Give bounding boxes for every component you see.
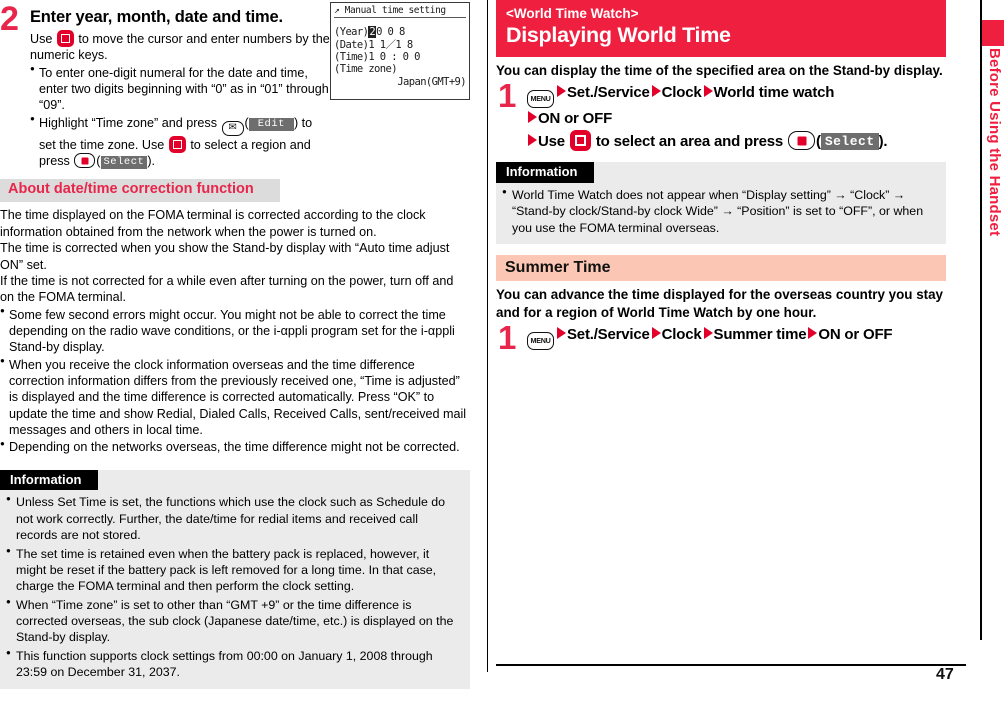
phone-screen-title: ↗ Manual time setting — [334, 5, 466, 19]
step-2-number: 2 — [0, 0, 19, 38]
page-number: 47 — [936, 666, 954, 683]
step-2-bullet-2: Highlight “Time zone” and press ✉(Edit) … — [30, 114, 330, 170]
side-tab-label: Before Using the Handset — [986, 48, 1003, 237]
world-time-lead: You can display the time of the specifie… — [496, 62, 943, 78]
arrow-separator-icon — [651, 85, 661, 98]
time-label: (Time) — [334, 50, 369, 63]
section-heading: Displaying World Time — [506, 23, 731, 48]
multi-cursor-key-icon — [56, 29, 74, 47]
select-softkey-chip: Select — [100, 156, 148, 170]
footer-rule — [496, 664, 966, 666]
section-kicker: <World Time Watch> — [506, 6, 639, 21]
summer-time-step-1: 1 MENU Set./Service Clock Summer time ON or … — [496, 321, 946, 354]
arrow-separator-icon — [528, 134, 537, 147]
menu-key-icon: MENU — [527, 331, 554, 350]
arrow-separator-icon — [651, 326, 661, 339]
date-label: (Date) — [334, 38, 369, 51]
world-time-step-1-line-3: Use to select an area and press (Select)… — [526, 130, 946, 153]
correction-paragraph-1: The time displayed on the FOMA terminal … — [0, 208, 426, 239]
arrow-separator-icon — [557, 85, 566, 98]
information-heading: Information — [496, 162, 594, 184]
information-heading: Information — [0, 469, 98, 491]
world-time-step-1-line-1: MENU Set./Service Clock World time watch — [526, 82, 946, 109]
world-time-step-1: 1 MENU Set./Service Clock World time watch … — [496, 77, 946, 153]
section-heading-date-time-correction: About date/time correction function — [0, 179, 280, 203]
summer-time-lead: You can advance the time displayed for t… — [496, 287, 943, 320]
multi-cursor-key-icon — [168, 135, 186, 153]
right-column: <World Time Watch> Displaying World Time… — [496, 0, 946, 640]
multi-cursor-key-icon — [569, 130, 591, 152]
phone-screen-date-row: (Date)1 1／1 8 — [334, 39, 466, 51]
summer-time-step-1-number: 1 — [498, 318, 517, 356]
menu-key-icon: MENU — [527, 90, 554, 109]
arrow-separator-icon — [557, 326, 566, 339]
summer-time-heading: Summer Time — [496, 255, 946, 282]
manual-page: ↗ Manual time setting (Year)20 0 8 (Date… — [0, 0, 1004, 701]
information-item: Unless Set Time is set, the functions wh… — [6, 494, 460, 543]
step-2-body: Use to move the cursor and enter numbers… — [30, 29, 330, 170]
side-tab: Before Using the Handset — [982, 0, 1004, 640]
edit-softkey-chip: Edit — [248, 117, 294, 131]
information-item: World Time Watch does not appear when “D… — [502, 187, 936, 236]
timezone-label: (Time zone) — [334, 63, 398, 76]
arrow-separator-icon — [703, 326, 713, 339]
world-time-step-1-number: 1 — [498, 77, 517, 115]
information-item: This function supports clock settings fr… — [6, 648, 460, 681]
information-box-left: Information Unless Set Time is set, the … — [0, 469, 470, 689]
year-remaining-digits: 0 0 8 — [376, 26, 405, 39]
year-label: (Year) — [334, 26, 369, 39]
summer-time-step-1-line-1: MENU Set./Service Clock Summer time ON or OF… — [526, 324, 946, 350]
arrow-separator-icon — [703, 85, 713, 98]
arrow-separator-icon — [528, 111, 537, 124]
information-items: Unless Set Time is set, the functions wh… — [0, 494, 470, 680]
correction-paragraphs: The time displayed on the FOMA terminal … — [0, 207, 470, 455]
date-value: 1 1／1 8 — [368, 38, 413, 51]
information-box-right: Information World Time Watch does not ap… — [496, 162, 946, 245]
left-column: ↗ Manual time setting (Year)20 0 8 (Date… — [0, 0, 470, 689]
phone-screen-zone-value: Japan(GMT+9) — [397, 75, 466, 88]
world-time-step-1-line-2: ON or OFF — [526, 108, 946, 130]
arrow-separator-icon — [808, 326, 818, 339]
correction-bullet-2: When you receive the clock information o… — [0, 356, 470, 439]
information-item: When “Time zone” is set to other than “G… — [6, 597, 460, 646]
mail-key-icon: ✉ — [221, 120, 244, 136]
phone-screen-year-row: (Year)20 0 8 — [334, 26, 466, 39]
year-selected-digit: 2 — [368, 26, 377, 39]
column-divider — [487, 0, 488, 672]
step-2: 2 Enter year, month, date and time. Use … — [0, 0, 330, 170]
select-key-icon — [74, 153, 96, 169]
phone-screen-mockup: ↗ Manual time setting (Year)20 0 8 (Date… — [330, 2, 470, 100]
select-key-icon — [788, 131, 816, 151]
information-item: The set time is retained even when the b… — [6, 546, 460, 595]
select-softkey-chip: Select — [820, 133, 879, 151]
phone-screen-zone-row: (Time zone) — [334, 63, 466, 75]
step-2-intro: Use to move the cursor and enter numbers… — [30, 29, 330, 63]
step-2-title: Enter year, month, date and time. — [30, 8, 283, 26]
phone-screen-time-row: (Time)1 0 : 0 0 — [334, 51, 466, 63]
section-title-bar: <World Time Watch> Displaying World Time — [496, 0, 946, 57]
correction-paragraph-3: If the time is not corrected for a while… — [0, 273, 454, 305]
correction-paragraph-2: The time is corrected when you show the … — [0, 241, 450, 272]
time-value: 1 0 : 0 0 — [368, 50, 420, 63]
correction-bullet-3: Depending on the networks overseas, the … — [0, 439, 470, 455]
step-2-bullet-1: To enter one-digit numeral for the date … — [30, 64, 330, 114]
information-items: World Time Watch does not appear when “D… — [496, 187, 946, 236]
correction-bullet-1: Some few second errors might occur. You … — [0, 306, 470, 356]
side-tab-marker — [982, 20, 1004, 46]
